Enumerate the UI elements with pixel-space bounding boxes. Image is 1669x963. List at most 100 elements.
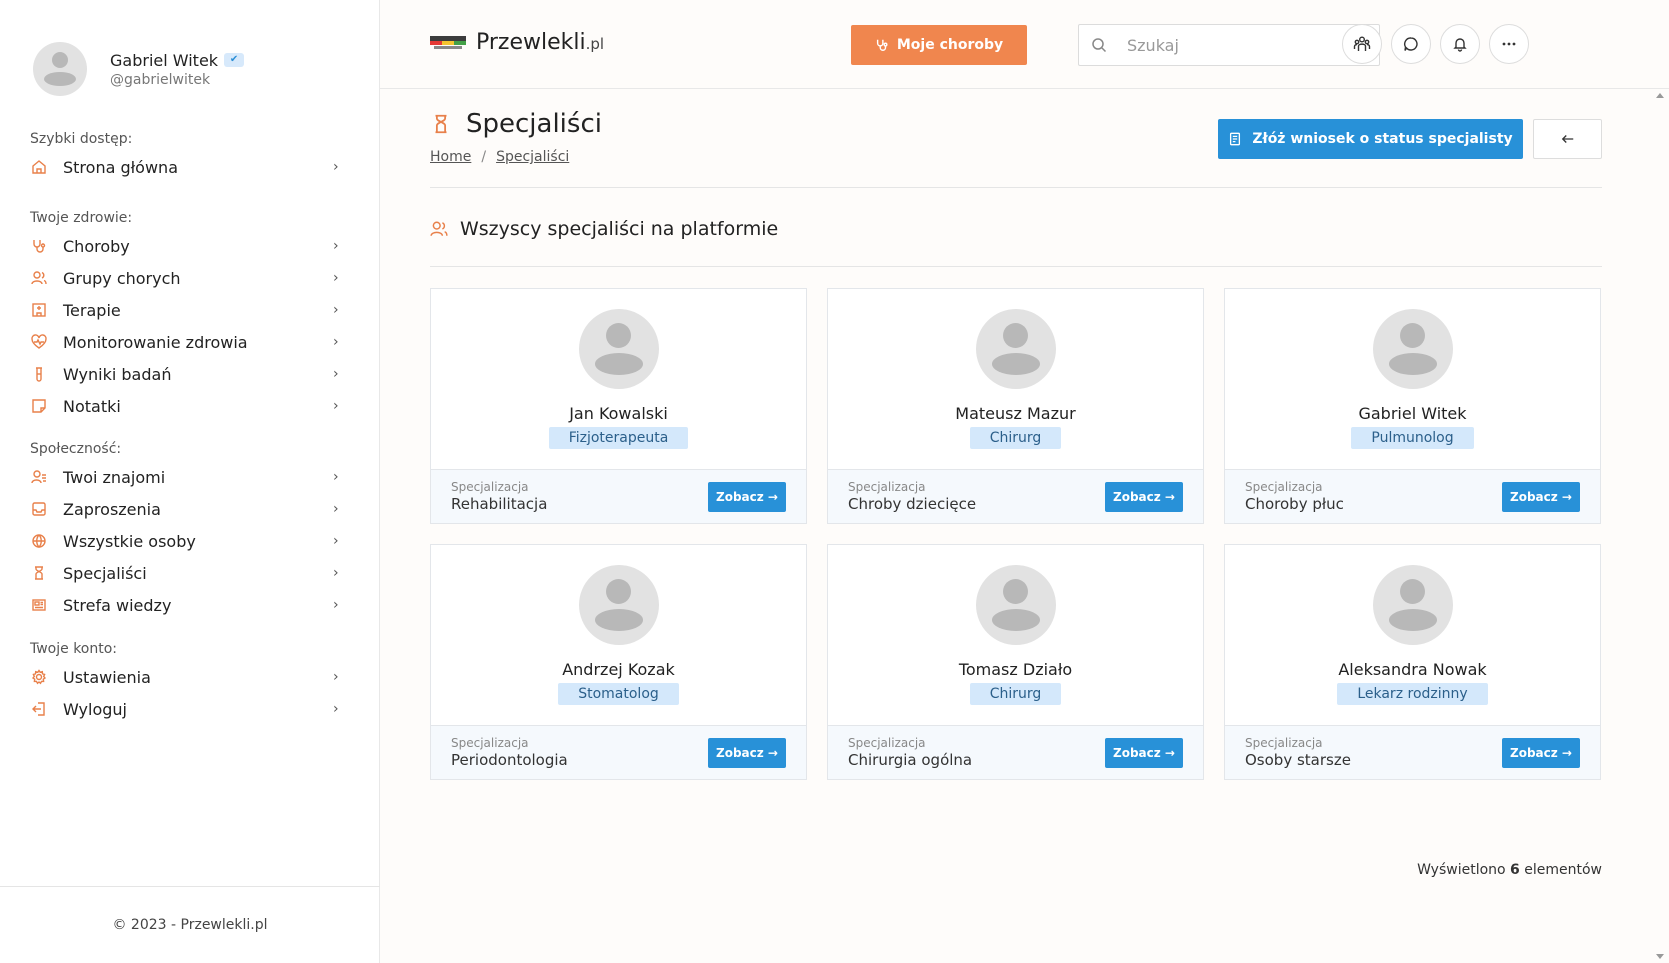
sidebar-item-logout[interactable]: Wyloguj › <box>30 693 345 725</box>
users-icon <box>30 269 48 287</box>
verified-icon: ✔ <box>224 53 245 67</box>
breadcrumb-home-link[interactable]: Home <box>430 149 471 165</box>
scroll-down-icon[interactable] <box>1656 954 1664 959</box>
nav-section-account: Twoje konto: Ustawienia › Wyloguj › <box>30 641 345 725</box>
notifications-button[interactable] <box>1440 24 1480 64</box>
card-footer: Specjalizacja Rehabilitacja Zobacz → <box>431 469 806 523</box>
avatar[interactable] <box>33 42 87 96</box>
sidebar: Gabriel Witek ✔ @gabrielwitek Szybki dost… <box>0 0 380 963</box>
chevron-right-icon: › <box>333 366 339 382</box>
section-title: Wszyscy specjaliści na platformie <box>460 218 779 240</box>
bell-icon <box>1452 36 1468 52</box>
newspaper-icon <box>30 596 48 614</box>
sidebar-item-therapies[interactable]: Terapie › <box>30 294 345 326</box>
sidebar-item-settings[interactable]: Ustawienia › <box>30 661 345 693</box>
specialist-card: Mateusz Mazur Chirurg Specjalizacja Chro… <box>827 288 1204 524</box>
breadcrumb: Home / Specjaliści <box>430 149 569 165</box>
specialization-label: Specjalizacja <box>451 736 529 750</box>
sidebar-item-test-results[interactable]: Wyniki badań › <box>30 358 345 390</box>
chat-button[interactable] <box>1391 24 1431 64</box>
section-heading: Wszyscy specjaliści na platformie <box>430 218 778 240</box>
sidebar-item-label: Choroby <box>63 236 130 256</box>
specialist-name: Jan Kowalski <box>569 404 668 423</box>
view-specialist-button[interactable]: Zobacz → <box>1105 482 1183 512</box>
view-specialist-button[interactable]: Zobacz → <box>1502 738 1580 768</box>
sidebar-item-specialists[interactable]: Specjaliści › <box>30 557 345 589</box>
specialization-value: Chroby dziecięce <box>848 495 977 513</box>
sidebar-item-label: Notatki <box>63 396 121 416</box>
user-profile[interactable]: Gabriel Witek ✔ @gabrielwitek <box>33 42 245 96</box>
sidebar-item-knowledge-zone[interactable]: Strefa wiedzy › <box>30 589 345 621</box>
view-specialist-button[interactable]: Zobacz → <box>708 738 786 768</box>
specialists-grid: Jan Kowalski Fizjoterapeuta Specjalizacj… <box>430 288 1602 780</box>
sidebar-item-diseases[interactable]: Choroby › <box>30 230 345 262</box>
avatar[interactable] <box>976 565 1056 645</box>
card-footer: Specjalizacja Chirurgia ogólna Zobacz → <box>828 725 1203 779</box>
specialist-card: Tomasz Działo Chirurg Specjalizacja Chir… <box>827 544 1204 780</box>
specialist-role-badge: Fizjoterapeuta <box>548 427 689 449</box>
specialist-name: Tomasz Działo <box>958 660 1073 679</box>
specialist-card: Aleksandra Nowak Lekarz rodzinny Specjal… <box>1224 544 1601 780</box>
specialization-value: Periodontologia <box>451 751 568 769</box>
divider <box>430 187 1602 188</box>
specialization-label: Specjalizacja <box>848 736 926 750</box>
chevron-right-icon: › <box>333 533 339 549</box>
my-diseases-button[interactable]: Moje choroby <box>851 25 1027 65</box>
view-specialist-button[interactable]: Zobacz → <box>1502 482 1580 512</box>
chevron-right-icon: › <box>333 302 339 318</box>
search-box[interactable] <box>1078 24 1380 66</box>
avatar[interactable] <box>579 565 659 645</box>
sidebar-item-invitations[interactable]: Zaproszenia › <box>30 493 345 525</box>
avatar[interactable] <box>1373 309 1453 389</box>
logo[interactable]: Przewlekli.pl <box>430 30 604 55</box>
sidebar-item-health-monitoring[interactable]: Monitorowanie zdrowia › <box>30 326 345 358</box>
sidebar-item-patient-groups[interactable]: Grupy chorych › <box>30 262 345 294</box>
sidebar-item-home[interactable]: Strona główna › <box>30 151 345 183</box>
user-handle: @gabrielwitek <box>110 71 211 88</box>
specialization-label: Specjalizacja <box>1245 736 1323 750</box>
specialist-role-badge: Chirurg <box>969 683 1062 705</box>
avatar[interactable] <box>1373 565 1453 645</box>
logout-icon <box>30 700 48 718</box>
sidebar-item-label: Specjaliści <box>63 563 147 583</box>
specialization-value: Rehabilitacja <box>451 495 548 513</box>
sidebar-item-all-people[interactable]: Wszystkie osoby › <box>30 525 345 557</box>
people-button[interactable] <box>1342 24 1382 64</box>
scroll-up-icon[interactable] <box>1656 93 1664 98</box>
specialization-label: Specjalizacja <box>848 480 926 494</box>
breadcrumb-current-link[interactable]: Specjaliści <box>496 149 569 165</box>
chevron-right-icon: › <box>333 669 339 685</box>
nav-section-title: Twoje konto: <box>30 641 118 657</box>
scrollbar[interactable] <box>1652 89 1669 963</box>
sidebar-item-friends[interactable]: Twoi znajomi › <box>30 461 345 493</box>
view-specialist-button[interactable]: Zobacz → <box>1105 738 1183 768</box>
specialist-name: Aleksandra Nowak <box>1338 660 1487 679</box>
avatar[interactable] <box>976 309 1056 389</box>
chevron-right-icon: › <box>333 597 339 613</box>
sidebar-item-notes[interactable]: Notatki › <box>30 390 345 422</box>
avatar[interactable] <box>579 309 659 389</box>
count-prefix: Wyświetlono <box>1417 862 1506 878</box>
users-icon <box>430 220 448 238</box>
card-footer: Specjalizacja Periodontologia Zobacz → <box>431 725 806 779</box>
more-icon <box>1501 36 1517 52</box>
note-icon <box>30 397 48 415</box>
specialist-card: Jan Kowalski Fizjoterapeuta Specjalizacj… <box>430 288 807 524</box>
specialization-value: Chirurgia ogólna <box>848 751 973 769</box>
apply-button-label: Złóż wniosek o status specjalisty <box>1252 131 1513 147</box>
view-specialist-button[interactable]: Zobacz → <box>708 482 786 512</box>
search-input[interactable] <box>1127 35 1367 55</box>
card-footer: Specjalizacja Osoby starsze Zobacz → <box>1225 725 1600 779</box>
test-tube-icon <box>30 365 48 383</box>
apply-specialist-status-button[interactable]: Złóż wniosek o status specjalisty <box>1218 119 1523 159</box>
sidebar-item-label: Wszystkie osoby <box>63 531 196 551</box>
nav-section-quick-access: Szybki dostęp: Strona główna › <box>30 131 345 183</box>
sidebar-item-label: Terapie <box>63 300 121 320</box>
divider <box>430 266 1602 267</box>
chevron-right-icon: › <box>333 701 339 717</box>
specialist-name: Gabriel Witek <box>1358 404 1467 423</box>
back-button[interactable] <box>1533 119 1602 159</box>
more-button[interactable] <box>1489 24 1529 64</box>
nav-section-health: Twoje zdrowie: Choroby › Grupy chorych ›… <box>30 210 345 422</box>
logo-suffix: .pl <box>585 35 605 53</box>
